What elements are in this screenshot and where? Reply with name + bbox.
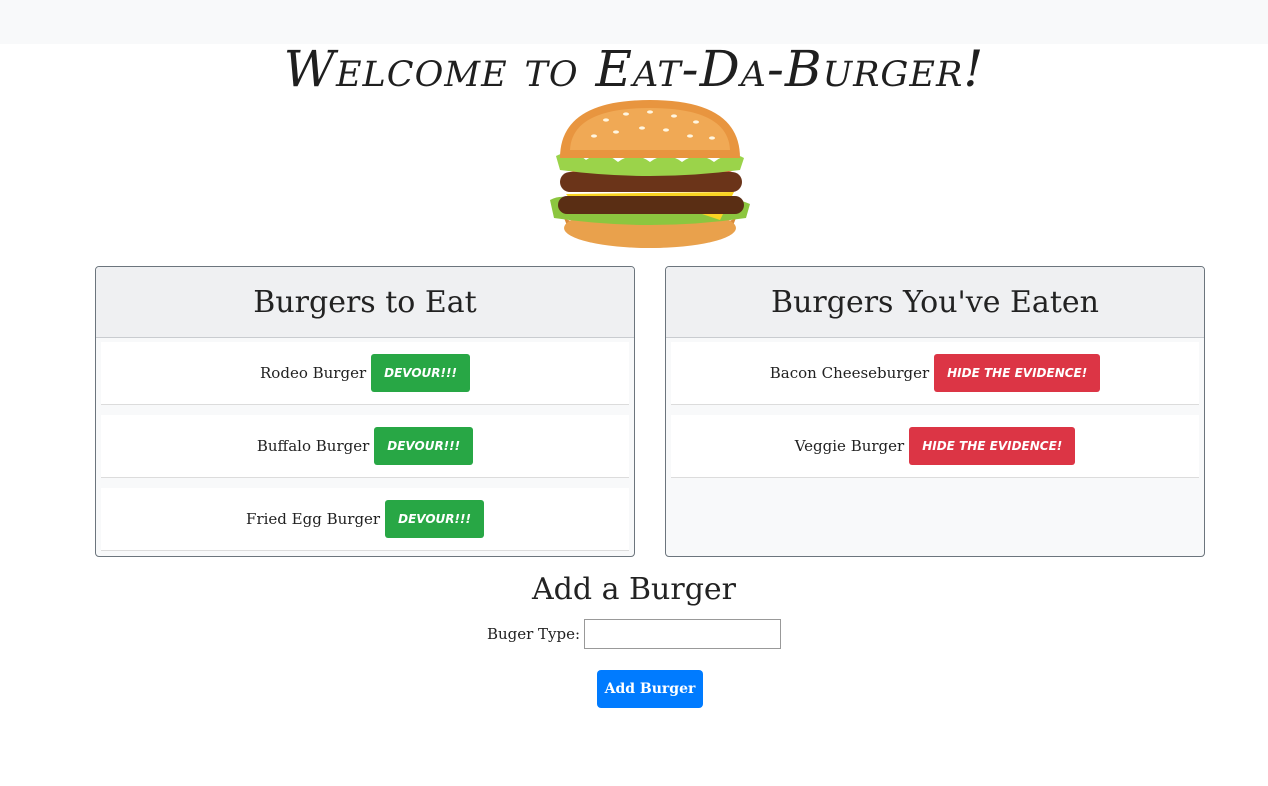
- add-burger-form: Buger Type:: [0, 619, 1268, 649]
- devour-button[interactable]: Devour!!!: [385, 500, 484, 538]
- devour-button[interactable]: Devour!!!: [371, 354, 470, 392]
- burger-type-label: Buger Type:: [486, 625, 581, 643]
- list-item: Veggie Burger Hide the Evidence!: [671, 415, 1199, 478]
- burger-name: Bacon Cheeseburger: [769, 364, 930, 382]
- burgers-eaten-title: Burgers You've Eaten: [666, 267, 1204, 338]
- burger-name: Rodeo Burger: [260, 364, 367, 382]
- devour-button[interactable]: Devour!!!: [374, 427, 474, 465]
- burger-name: Buffalo Burger: [256, 437, 370, 455]
- page-title: Welcome to Eat-Da-Burger!: [283, 40, 985, 98]
- list-item: Rodeo Burger Devour!!!: [101, 342, 629, 405]
- list-item: Bacon Cheeseburger Hide the Evidence!: [671, 342, 1199, 405]
- burgers-eaten-panel: Burgers You've Eaten Bacon Cheeseburger …: [665, 266, 1205, 557]
- burgers-eaten-list: Bacon Cheeseburger Hide the Evidence! Ve…: [666, 338, 1204, 478]
- burgers-to-eat-title: Burgers to Eat: [96, 267, 634, 338]
- burger-image: [550, 100, 750, 248]
- hide-evidence-button[interactable]: Hide the Evidence!: [909, 427, 1076, 465]
- hide-evidence-button[interactable]: Hide the Evidence!: [934, 354, 1101, 392]
- burger-name: Veggie Burger: [794, 437, 905, 455]
- burger-name: Fried Egg Burger: [246, 510, 381, 528]
- burger-type-input[interactable]: [584, 619, 782, 649]
- burgers-to-eat-panel: Burgers to Eat Rodeo Burger Devour!!! Bu…: [95, 266, 635, 557]
- list-item: Fried Egg Burger Devour!!!: [101, 488, 629, 551]
- add-burger-button[interactable]: Add Burger: [597, 670, 703, 708]
- list-item: Buffalo Burger Devour!!!: [101, 415, 629, 478]
- burgers-to-eat-list: Rodeo Burger Devour!!! Buffalo Burger De…: [96, 338, 634, 551]
- add-burger-title: Add a Burger: [531, 572, 737, 607]
